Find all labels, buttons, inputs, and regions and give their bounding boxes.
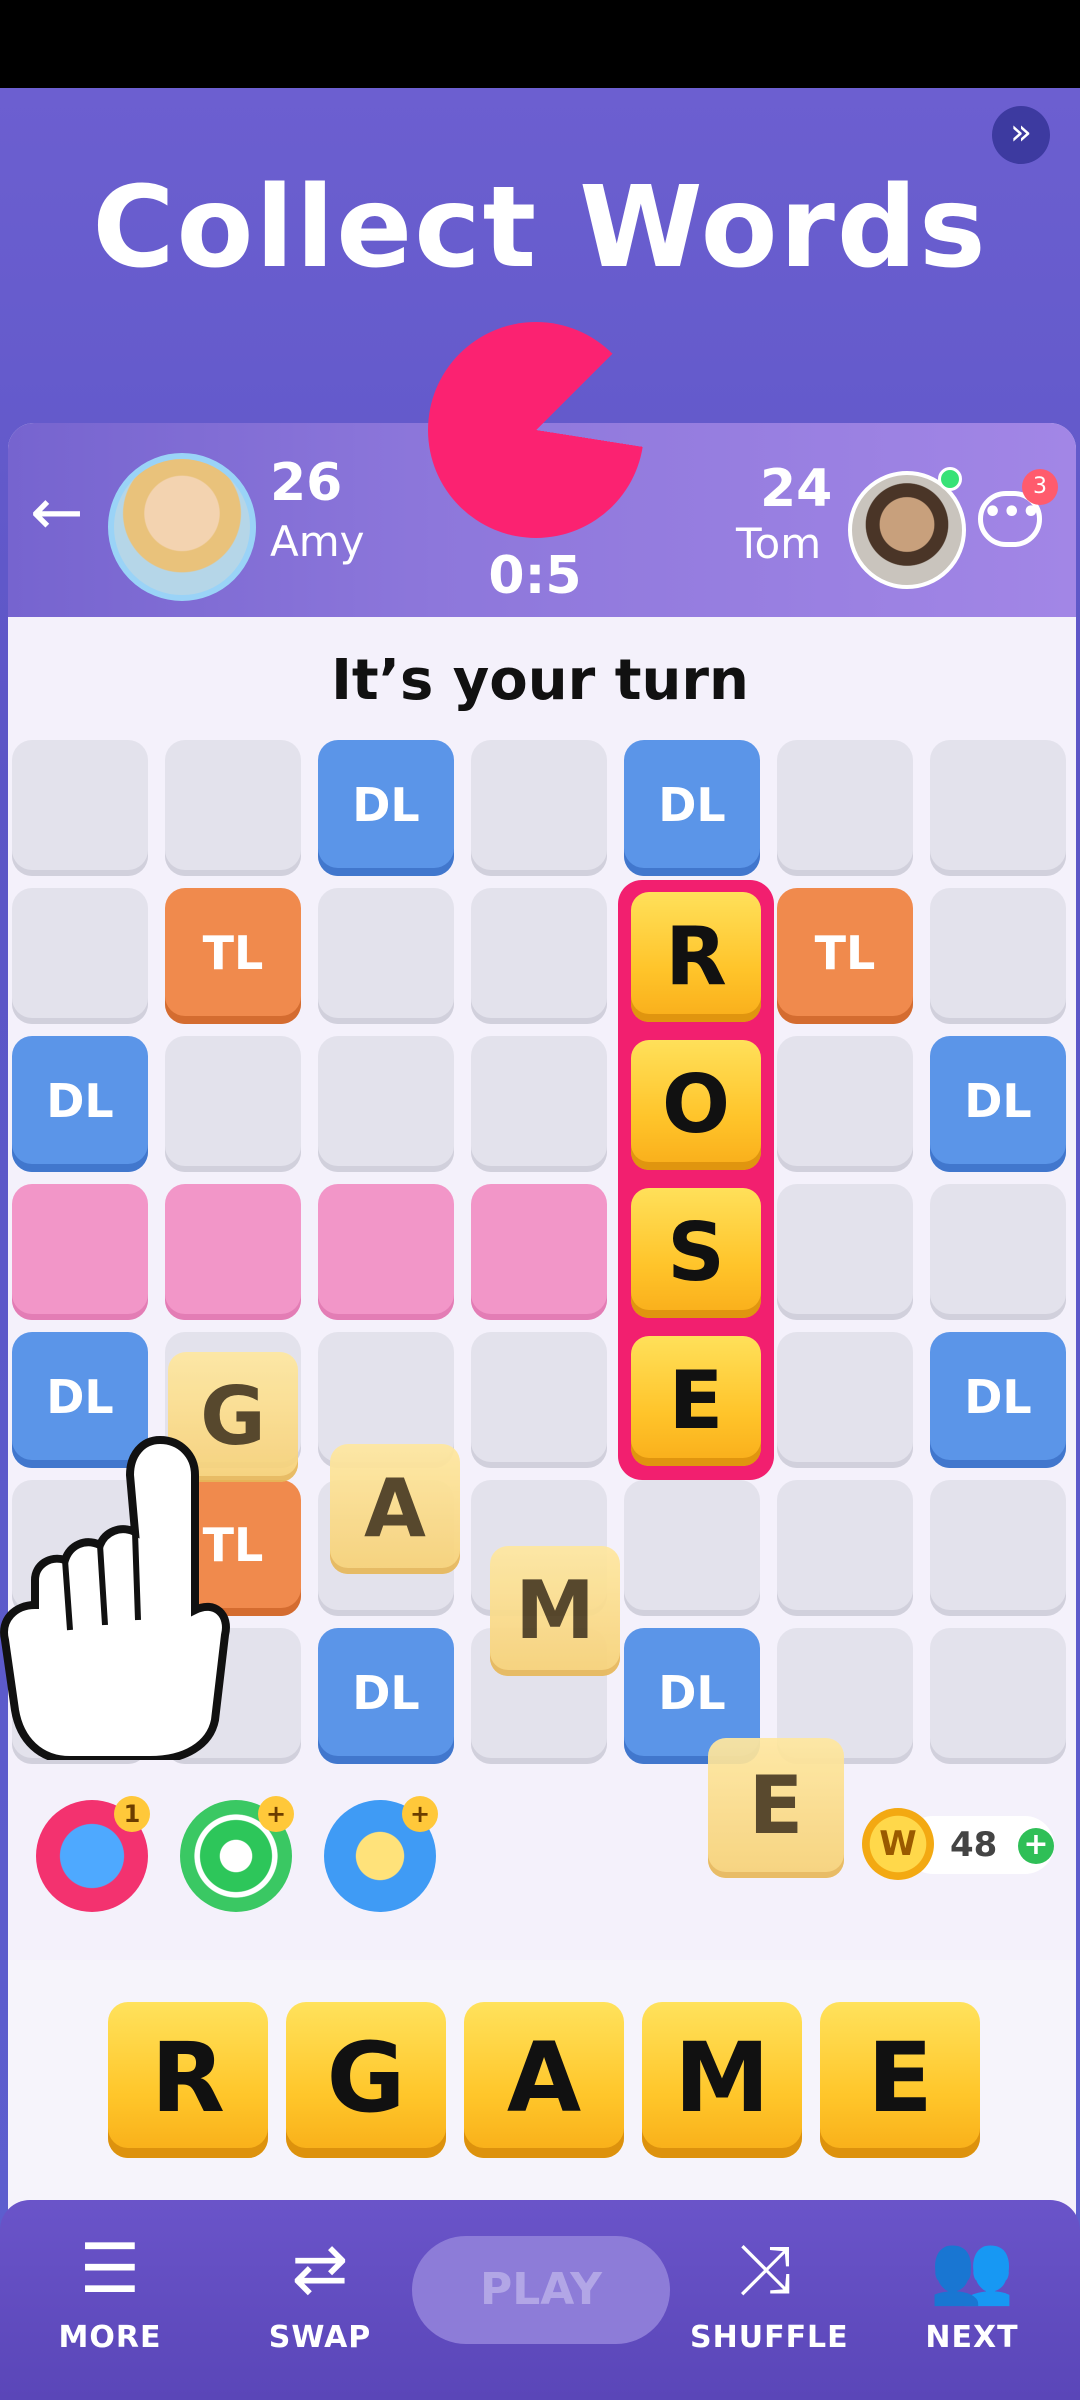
board-cell[interactable]: [318, 1036, 454, 1172]
chat-badge: 3: [1022, 469, 1058, 505]
board-cell[interactable]: [471, 888, 607, 1024]
target-powerup-badge: +: [258, 1796, 294, 1832]
board-cell[interactable]: [12, 888, 148, 1024]
swap-label: SWAP: [268, 2320, 372, 2355]
next-button[interactable]: 👥 NEXT: [902, 2200, 1042, 2400]
board-cell[interactable]: [471, 1036, 607, 1172]
timer-pie-icon: [428, 322, 644, 538]
double-letter-cell[interactable]: DL: [12, 1036, 148, 1172]
shuffle-icon: ⤨: [737, 2230, 793, 2309]
board-cell[interactable]: [471, 740, 607, 876]
board-cell[interactable]: [930, 1184, 1066, 1320]
double-letter-cell[interactable]: DL: [318, 740, 454, 876]
board-cell[interactable]: [318, 888, 454, 1024]
hint-powerup-badge: +: [402, 1796, 438, 1832]
cell-bonus-label: DL: [352, 1666, 420, 1720]
turn-message: It’s your turn: [331, 648, 749, 713]
triple-letter-cell[interactable]: TL: [165, 888, 301, 1024]
board-cell[interactable]: [777, 1036, 913, 1172]
next-player-icon: 👥: [929, 2230, 1015, 2309]
play-button[interactable]: PLAY: [412, 2236, 670, 2344]
board-cell[interactable]: [930, 888, 1066, 1024]
board-cell[interactable]: [930, 1628, 1066, 1764]
highlighted-drop-cell[interactable]: [471, 1184, 607, 1320]
cell-bonus-label: TL: [202, 926, 264, 980]
next-label: NEXT: [925, 2320, 1019, 2355]
player-score-right: 24: [760, 459, 833, 519]
back-arrow-icon[interactable]: ←: [30, 481, 84, 545]
coin-icon: W: [862, 1808, 934, 1880]
cell-bonus-label: TL: [814, 926, 876, 980]
cell-bonus-label: DL: [964, 1370, 1032, 1424]
pointing-hand-icon: [0, 1435, 230, 1760]
cell-bonus-label: DL: [658, 778, 726, 832]
skip-tutorial-button[interactable]: »: [992, 106, 1050, 164]
swap-icon: ⇄: [291, 2230, 349, 2309]
triple-letter-cell[interactable]: TL: [777, 888, 913, 1024]
swap-button[interactable]: ⇄ SWAP: [250, 2200, 390, 2400]
board-cell[interactable]: [165, 740, 301, 876]
double-letter-cell[interactable]: DL: [624, 740, 760, 876]
more-label: MORE: [58, 2320, 162, 2355]
tutorial-headline: Collect Words: [92, 163, 988, 293]
double-letter-cell[interactable]: DL: [318, 1628, 454, 1764]
board-cell[interactable]: [12, 740, 148, 876]
board-cell[interactable]: [777, 1184, 913, 1320]
online-status-icon: [938, 467, 962, 491]
rack-letter-tile[interactable]: M: [642, 2002, 802, 2158]
dragging-tile[interactable]: M: [490, 1546, 620, 1676]
rack-letter-tile[interactable]: E: [820, 2002, 980, 2158]
board-cell[interactable]: [471, 1332, 607, 1468]
highlighted-drop-cell[interactable]: [165, 1184, 301, 1320]
placed-letter-tile: E: [631, 1336, 761, 1466]
placed-letter-tile: R: [631, 892, 761, 1022]
rack-letter-tile[interactable]: R: [108, 2002, 268, 2158]
player-name-right: Tom: [736, 519, 822, 568]
highlighted-drop-cell[interactable]: [318, 1184, 454, 1320]
cell-bonus-label: DL: [964, 1074, 1032, 1128]
highlighted-drop-cell[interactable]: [12, 1184, 148, 1320]
double-letter-cell[interactable]: DL: [930, 1332, 1066, 1468]
shuffle-button[interactable]: ⤨ SHUFFLE: [690, 2200, 849, 2400]
bottom-nav: ☰ MORE ⇄ SWAP PLAY ⤨ SHUFFLE 👥 NEXT: [0, 2200, 1080, 2400]
board-cell[interactable]: [777, 740, 913, 876]
board-cell[interactable]: [624, 1480, 760, 1616]
menu-icon: ☰: [79, 2230, 141, 2309]
player-score-left: 26: [270, 453, 343, 513]
placed-letter-tile: S: [631, 1188, 761, 1318]
board-cell[interactable]: [165, 1036, 301, 1172]
board-cell[interactable]: [930, 1480, 1066, 1616]
dragging-tile[interactable]: A: [330, 1444, 460, 1574]
dragging-tile[interactable]: E: [708, 1738, 844, 1878]
shuffle-label: SHUFFLE: [690, 2320, 849, 2355]
cell-bonus-label: DL: [46, 1074, 114, 1128]
player-avatar-amy[interactable]: [108, 453, 256, 601]
swap-powerup-badge: 1: [114, 1796, 150, 1832]
rack-letter-tile[interactable]: A: [464, 2002, 624, 2158]
turn-timer: 0:5: [488, 546, 582, 606]
board-cell[interactable]: [777, 1480, 913, 1616]
cell-bonus-label: DL: [352, 778, 420, 832]
placed-letter-tile: O: [631, 1040, 761, 1170]
more-button[interactable]: ☰ MORE: [40, 2200, 180, 2400]
board-cell[interactable]: [777, 1332, 913, 1468]
add-coins-button[interactable]: +: [1018, 1828, 1054, 1864]
status-bar: [0, 0, 1080, 88]
rack-letter-tile[interactable]: G: [286, 2002, 446, 2158]
player-name-left: Amy: [270, 517, 365, 566]
board-cell[interactable]: [930, 740, 1066, 876]
double-letter-cell[interactable]: DL: [930, 1036, 1066, 1172]
